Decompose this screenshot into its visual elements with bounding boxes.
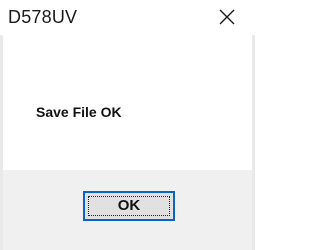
dialog-footer: OK	[3, 170, 252, 250]
ok-button-label: OK	[117, 197, 141, 214]
dialog-body: Save File OK	[3, 35, 252, 170]
message-dialog: D578UV Save File OK OK	[0, 0, 255, 250]
close-icon	[219, 9, 235, 25]
close-button[interactable]	[207, 2, 247, 32]
title-bar[interactable]: D578UV	[0, 0, 255, 35]
window-title: D578UV	[8, 7, 78, 27]
ok-button[interactable]: OK	[83, 191, 175, 221]
dialog-message: Save File OK	[36, 104, 122, 120]
window-frame-right	[252, 35, 255, 250]
